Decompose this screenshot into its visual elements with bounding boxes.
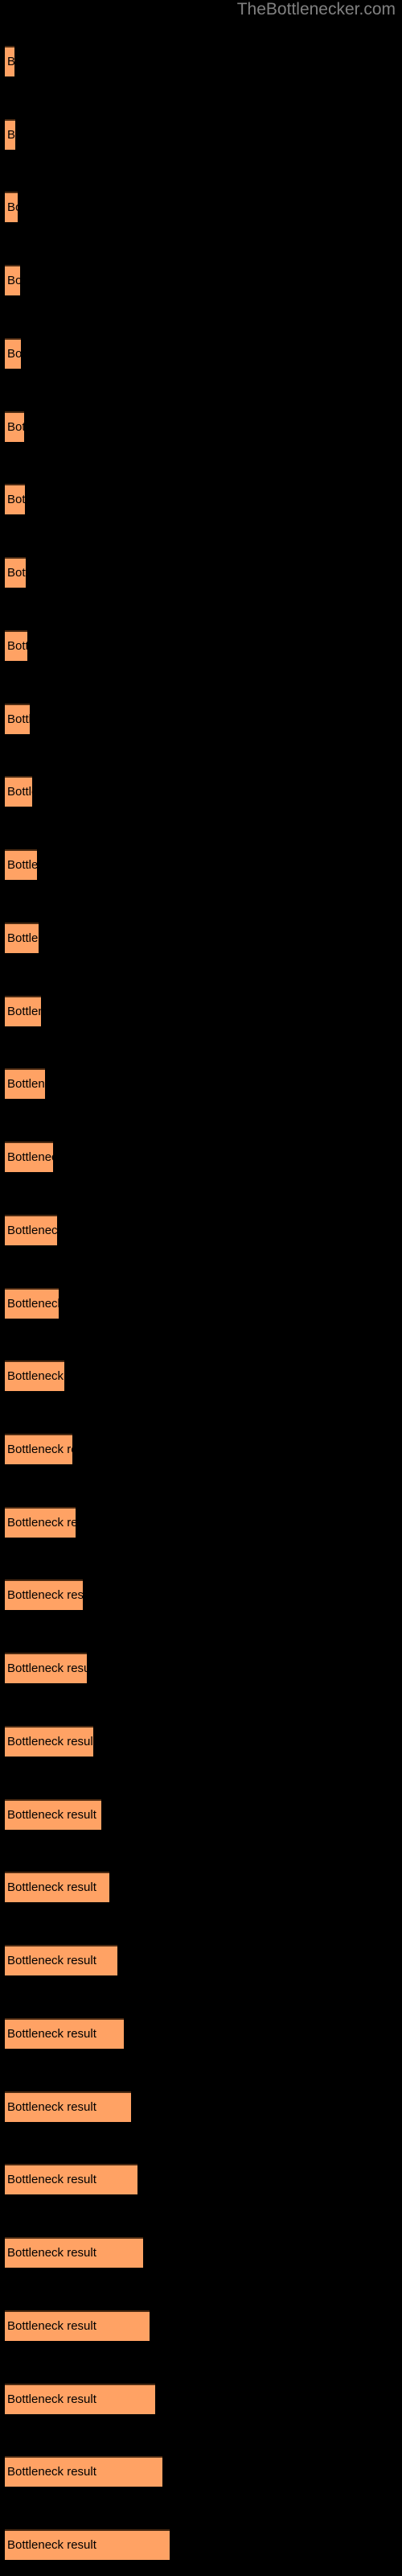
bar-label: Bottleneck result (7, 1954, 96, 1968)
bar-10[interactable]: Bottleneck result (5, 703, 30, 734)
bar-16[interactable]: Bottleneck result (5, 1141, 53, 1173)
bar-label: Bottleneck result (7, 2026, 96, 2041)
bar-label: Bottleneck result (7, 127, 15, 142)
bar-label: Bottleneck result (7, 1150, 53, 1165)
bar-7[interactable]: Bottleneck result (5, 484, 25, 515)
bar-1[interactable]: Bottleneck result (5, 46, 14, 76)
bar-label: Bottleneck result (7, 2538, 96, 2552)
bar-label: Bottleneck result (7, 346, 21, 361)
bar-label: Bottleneck result (7, 858, 37, 873)
bar-label: Bottleneck result (7, 419, 24, 434)
bar-label: Bottleneck result (7, 2392, 96, 2406)
bar-2[interactable]: Bottleneck result (5, 118, 15, 150)
bar-3[interactable]: Bottleneck result (5, 192, 18, 223)
bar-label: Bottleneck result (7, 638, 27, 653)
bar-18[interactable]: Bottleneck result (5, 1287, 59, 1319)
bar-label: Bottleneck result (7, 1077, 45, 1092)
bar-35[interactable]: Bottleneck result (5, 2529, 170, 2560)
bar-20[interactable]: Bottleneck result (5, 1433, 72, 1464)
bar-label: Bottleneck result (7, 1004, 41, 1018)
bar-31[interactable]: Bottleneck result (5, 2237, 143, 2268)
bar-15[interactable]: Bottleneck result (5, 1068, 45, 1100)
bar-label: Bottleneck result (7, 1734, 93, 1748)
bar-4[interactable]: Bottleneck result (5, 265, 20, 296)
bar-label: Bottleneck result (7, 56, 14, 68)
bar-24[interactable]: Bottleneck result (5, 1725, 93, 1757)
bar-25[interactable]: Bottleneck result (5, 1798, 101, 1830)
bar-label: Bottleneck result (7, 785, 32, 799)
bar-label: Bottleneck result (7, 566, 26, 580)
bar-label: Bottleneck result (7, 1296, 59, 1311)
horizontal-bar-chart: Bottleneck result Bottleneck result Bottle… (0, 0, 402, 2576)
bar-label: Bottleneck result (7, 1442, 72, 1456)
bar-label: Bottleneck result (7, 1662, 87, 1676)
bar-13[interactable]: Bottleneck result (5, 922, 39, 953)
bar-label: Bottleneck result (7, 493, 25, 507)
bar-label: Bottleneck result (7, 274, 20, 288)
bar-27[interactable]: Bottleneck result (5, 1945, 117, 1976)
bar-6[interactable]: Bottleneck result (5, 411, 24, 442)
bar-11[interactable]: Bottleneck result (5, 776, 32, 807)
bar-label: Bottleneck result (7, 2318, 96, 2333)
bar-12[interactable]: Bottleneck result (5, 849, 37, 881)
bar-34[interactable]: Bottleneck result (5, 2456, 162, 2487)
bar-28[interactable]: Bottleneck result (5, 2017, 124, 2049)
bar-label: Bottleneck result (7, 1223, 57, 1237)
bar-label: Bottleneck result (7, 712, 30, 726)
bar-21[interactable]: Bottleneck result (5, 1506, 76, 1538)
bar-label: Bottleneck result (7, 1880, 96, 1895)
bar-33[interactable]: Bottleneck result (5, 2383, 155, 2414)
bar-14[interactable]: Bottleneck result (5, 995, 41, 1026)
bar-8[interactable]: Bottleneck result (5, 557, 26, 588)
bar-17[interactable]: Bottleneck result (5, 1214, 57, 1245)
bar-label: Bottleneck result (7, 1807, 96, 1822)
bar-label: Bottleneck result (7, 1515, 76, 1530)
bar-30[interactable]: Bottleneck result (5, 2164, 137, 2195)
bar-22[interactable]: Bottleneck result (5, 1579, 83, 1611)
bar-32[interactable]: Bottleneck result (5, 2310, 150, 2341)
bar-23[interactable]: Bottleneck result (5, 1653, 87, 1684)
bar-label: Bottleneck result (7, 931, 39, 945)
bar-26[interactable]: Bottleneck result (5, 1872, 109, 1903)
bar-5[interactable]: Bottleneck result (5, 337, 21, 369)
bar-label: Bottleneck result (7, 1369, 64, 1384)
bar-29[interactable]: Bottleneck result (5, 2091, 131, 2122)
bar-label: Bottleneck result (7, 2465, 96, 2479)
bar-19[interactable]: Bottleneck result (5, 1360, 64, 1392)
bar-label: Bottleneck result (7, 2099, 96, 2114)
bar-label: Bottleneck result (7, 200, 18, 215)
bar-label: Bottleneck result (7, 2173, 96, 2187)
bar-label: Bottleneck result (7, 1588, 83, 1603)
bar-label: Bottleneck result (7, 2246, 96, 2260)
bar-9[interactable]: Bottleneck result (5, 630, 27, 661)
